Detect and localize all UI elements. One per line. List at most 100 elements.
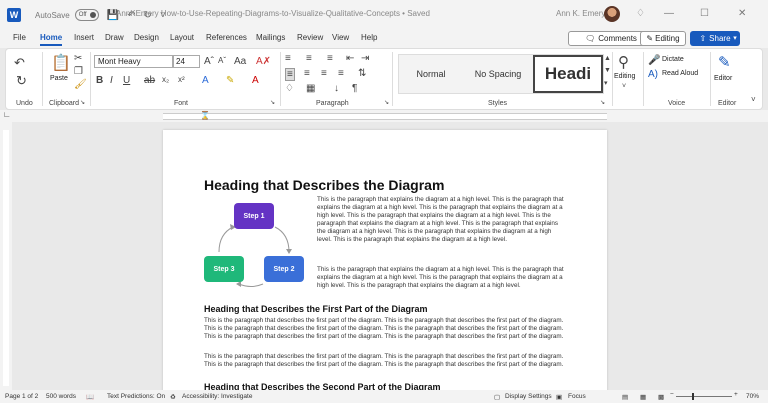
align-right-icon[interactable]: ≡ [321, 68, 327, 79]
close-icon[interactable]: ✕ [738, 8, 746, 19]
display-settings-icon[interactable]: ▢ [494, 393, 500, 401]
horizontal-ruler[interactable]: ∟ ⌛ [0, 110, 768, 122]
styles-scroll-down-icon[interactable]: ▼ [604, 67, 611, 74]
copy-icon[interactable]: ❐ [74, 66, 83, 77]
subscript-icon[interactable]: x₂ [162, 75, 169, 84]
minimize-icon[interactable]: — [664, 8, 674, 19]
tab-file[interactable]: File [13, 33, 26, 42]
user-name[interactable]: Ann K. Emery [556, 9, 605, 18]
highlight-icon[interactable]: ✎ [226, 75, 234, 86]
document-page[interactable]: Heading that Describes the Diagram Step … [163, 130, 607, 392]
accessibility-icon[interactable]: ♻ [170, 393, 176, 401]
align-left-icon[interactable]: ≡ [285, 68, 295, 81]
zoom-in-icon[interactable]: + [734, 391, 738, 398]
editor-pen-icon[interactable]: ✎ [718, 53, 731, 71]
word-count[interactable]: 500 words [46, 393, 76, 400]
text-predictions-status[interactable]: Text Predictions: On [107, 393, 165, 400]
focus-button[interactable]: Focus [568, 393, 586, 400]
proofing-icon[interactable]: 📖 [86, 393, 94, 401]
style-heading-1[interactable]: Headi [533, 55, 603, 93]
styles-scroll-up-icon[interactable]: ▲ [604, 55, 611, 62]
font-launcher-icon[interactable]: ↘ [270, 99, 275, 106]
tab-design[interactable]: Design [134, 33, 159, 42]
align-center-icon[interactable]: ≡ [304, 68, 310, 79]
paste-label[interactable]: Paste [50, 75, 68, 82]
sort-icon[interactable]: ↓ [334, 83, 339, 94]
paragraph-launcher-icon[interactable]: ↘ [384, 99, 389, 106]
diamond-icon[interactable]: ♢ [636, 8, 645, 19]
undo-icon[interactable]: ↶ [14, 55, 25, 71]
share-chevron-down-icon[interactable]: ▾ [730, 31, 740, 46]
search-icon[interactable]: ⚲ [618, 53, 629, 71]
line-spacing-icon[interactable]: ⇅ [358, 68, 366, 79]
maximize-icon[interactable]: ☐ [700, 8, 709, 19]
grow-font-icon[interactable]: Aˆ [204, 56, 214, 67]
cut-icon[interactable]: ✂ [74, 53, 82, 64]
intro-paragraph-1[interactable]: This is the paragraph that explains the … [317, 196, 567, 260]
diagram-step-3[interactable]: Step 3 [204, 256, 244, 282]
style-normal[interactable]: Normal [399, 55, 463, 93]
collapse-ribbon-chevron-icon[interactable]: ˅ [751, 95, 756, 104]
tab-insert[interactable]: Insert [74, 33, 94, 42]
clear-formatting-icon[interactable]: A✗ [256, 56, 271, 67]
editing-group-button[interactable]: Editing [614, 73, 635, 80]
tab-mailings[interactable]: Mailings [256, 33, 285, 42]
change-case-icon[interactable]: Aa [234, 56, 246, 67]
tab-selector-icon[interactable]: ∟ [3, 110, 11, 119]
tab-review[interactable]: Review [297, 33, 323, 42]
zoom-slider-track[interactable] [676, 396, 732, 397]
subheading-first-part[interactable]: Heading that Describes the First Part of… [204, 304, 428, 314]
tab-home[interactable]: Home [40, 33, 63, 46]
read-aloud-icon[interactable]: A) [648, 69, 658, 80]
styles-launcher-icon[interactable]: ↘ [600, 99, 605, 106]
numbering-icon[interactable]: ≡ [306, 53, 312, 64]
avatar[interactable] [604, 6, 620, 22]
indent-marker-icon[interactable]: ⌛ [200, 111, 210, 120]
document-heading[interactable]: Heading that Describes the Diagram [204, 177, 444, 193]
autosave-toggle[interactable]: Off [74, 9, 99, 21]
shading-icon[interactable]: ♢ [285, 83, 294, 94]
tab-help[interactable]: Help [361, 33, 377, 42]
read-mode-icon[interactable]: ▤ [622, 393, 628, 401]
editor-button[interactable]: Editor [714, 75, 732, 82]
superscript-icon[interactable]: x² [178, 75, 185, 84]
borders-icon[interactable]: ▦ [306, 83, 315, 94]
zoom-slider-thumb[interactable] [692, 393, 694, 400]
tab-layout[interactable]: Layout [170, 33, 194, 42]
web-layout-icon[interactable]: ▩ [658, 393, 664, 401]
justify-icon[interactable]: ≡ [338, 68, 344, 79]
decrease-indent-icon[interactable]: ⇤ [346, 53, 354, 64]
tab-references[interactable]: References [206, 33, 247, 42]
print-layout-icon[interactable]: ▦ [640, 393, 646, 401]
format-painter-icon[interactable]: 🖌 [74, 79, 87, 90]
read-aloud-button[interactable]: Read Aloud [662, 70, 698, 77]
first-part-paragraph-2[interactable]: This is the paragraph that describes the… [204, 353, 567, 377]
page-count[interactable]: Page 1 of 2 [5, 393, 38, 400]
styles-more-icon[interactable]: ▾ [604, 79, 608, 87]
underline-icon[interactable]: U [123, 75, 130, 86]
strikethrough-icon[interactable]: ab [144, 75, 155, 86]
tab-draw[interactable]: Draw [105, 33, 124, 42]
zoom-level[interactable]: 70% [746, 393, 759, 400]
pilcrow-icon[interactable]: ¶ [352, 83, 357, 94]
paste-icon[interactable]: 📋 [51, 53, 71, 73]
redo-icon[interactable]: ↻ [16, 73, 27, 89]
shrink-font-icon[interactable]: Aˇ [218, 56, 226, 65]
focus-icon[interactable]: ▣ [556, 393, 562, 401]
microphone-icon[interactable]: 🎤 [648, 55, 660, 66]
first-part-paragraph-1[interactable]: This is the paragraph that describes the… [204, 317, 567, 349]
style-no-spacing[interactable]: No Spacing [465, 55, 531, 93]
display-settings-button[interactable]: Display Settings [505, 393, 552, 400]
font-size-select[interactable]: 24 [172, 55, 200, 68]
font-color-icon[interactable]: A [252, 75, 259, 86]
italic-icon[interactable]: I [110, 75, 113, 86]
diagram-step-1[interactable]: Step 1 [234, 203, 274, 229]
tab-view[interactable]: View [332, 33, 349, 42]
diagram-step-2[interactable]: Step 2 [264, 256, 304, 282]
bold-icon[interactable]: B [96, 75, 103, 86]
text-effects-icon[interactable]: A [202, 75, 209, 86]
dictate-button[interactable]: Dictate [662, 56, 684, 63]
document-title[interactable]: AnnKEmery How-to-Use-Repeating-Diagrams-… [116, 9, 430, 18]
bullets-icon[interactable]: ≡ [285, 53, 291, 64]
increase-indent-icon[interactable]: ⇥ [361, 53, 369, 64]
